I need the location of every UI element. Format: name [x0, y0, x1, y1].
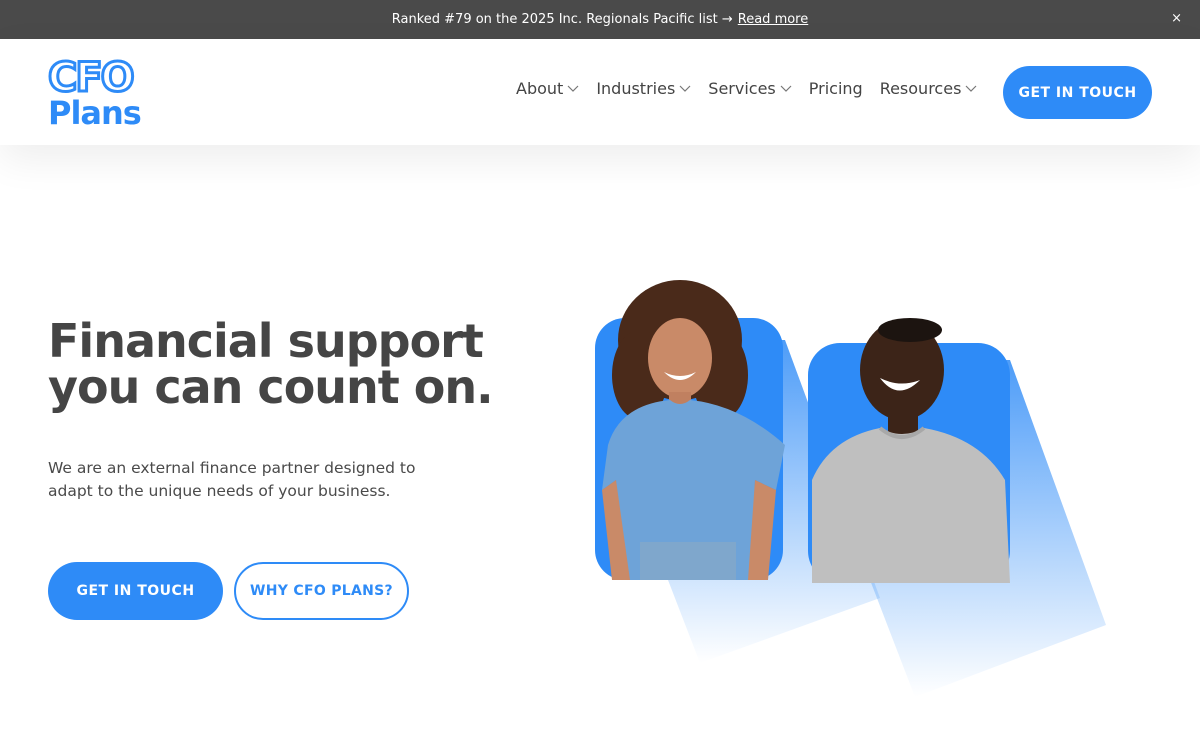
- logo-graphic: CFO Plans: [47, 54, 142, 133]
- close-icon[interactable]: ×: [1171, 11, 1182, 26]
- announcement-text: Ranked #79 on the 2025 Inc. Regionals Pa…: [391, 12, 733, 27]
- nav-item-services[interactable]: Services: [708, 79, 792, 98]
- why-cfo-plans-button[interactable]: WHY CFO PLANS?: [234, 562, 409, 620]
- hero-subtitle-line2: adapt to the unique needs of your busine…: [48, 482, 391, 500]
- hero-subtitle-line1: We are an external finance partner desig…: [48, 459, 416, 477]
- nav-item-label: Pricing: [808, 79, 863, 98]
- nav-item-label: Industries: [596, 79, 676, 98]
- read-more-link[interactable]: Read more: [738, 12, 808, 27]
- hero-title: Financial support you can count on.: [48, 318, 548, 410]
- nav-item-label: Services: [708, 79, 776, 98]
- announcement-bar: Ranked #79 on the 2025 Inc. Regionals Pa…: [0, 0, 1200, 39]
- main-nav: About Industries Services Pricing Resour…: [516, 79, 994, 98]
- chevron-down-icon: [679, 85, 691, 92]
- hero-subtitle: We are an external finance partner desig…: [48, 457, 438, 503]
- site-header: CFO Plans About Industries Services Pric…: [0, 39, 1200, 145]
- get-in-touch-button[interactable]: GET IN TOUCH: [48, 562, 223, 620]
- nav-item-label: Resources: [879, 79, 962, 98]
- chevron-down-icon: [780, 85, 792, 92]
- chevron-down-icon: [567, 85, 579, 92]
- nav-item-about[interactable]: About: [516, 79, 579, 98]
- nav-item-industries[interactable]: Industries: [596, 79, 691, 98]
- cfo-plans-logo[interactable]: CFO Plans: [47, 54, 148, 133]
- nav-item-label: About: [516, 79, 564, 98]
- logo-line2: Plans: [48, 94, 141, 127]
- hero-title-line2: you can count on.: [48, 360, 494, 414]
- hero-illustration: [580, 280, 1120, 710]
- header-get-in-touch-button[interactable]: GET IN TOUCH: [1003, 66, 1152, 119]
- nav-item-resources[interactable]: Resources: [880, 79, 978, 98]
- chevron-down-icon: [965, 85, 977, 92]
- nav-item-pricing[interactable]: Pricing: [809, 79, 863, 98]
